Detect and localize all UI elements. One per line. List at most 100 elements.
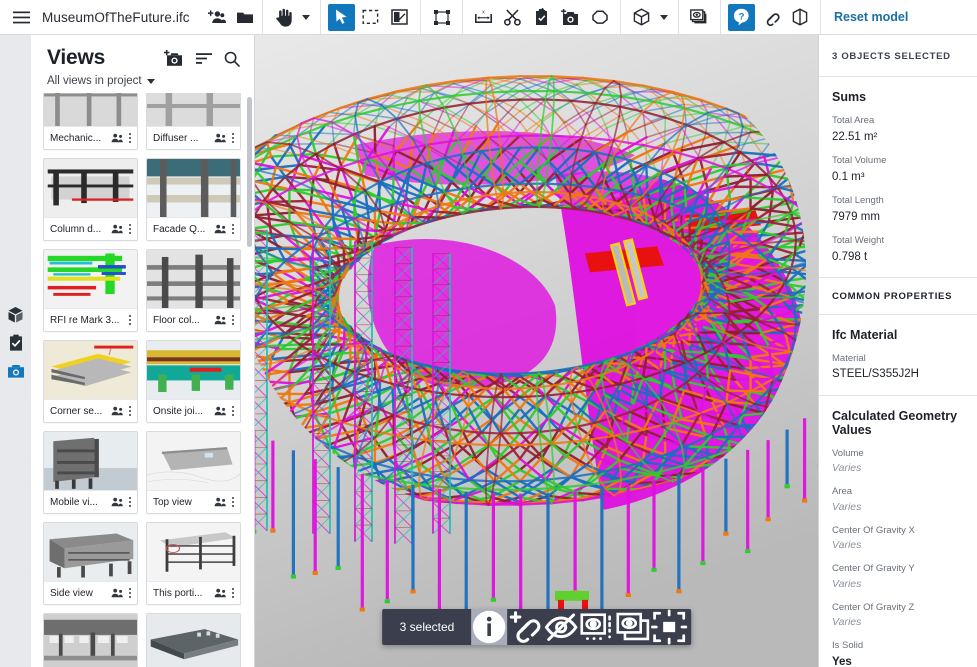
view-card-menu-icon[interactable] bbox=[127, 222, 133, 236]
view-card-name: RFI re Mark 3... bbox=[50, 314, 120, 326]
show-layers-icon[interactable] bbox=[615, 609, 651, 645]
property-section: Sums Total Area 22.51 m² Total Volume 0.1 m³… bbox=[819, 77, 977, 278]
shared-people-icon[interactable] bbox=[111, 497, 124, 507]
view-card-name: Side view bbox=[50, 587, 93, 599]
view-card-menu-icon[interactable] bbox=[230, 404, 236, 418]
shared-people-icon[interactable] bbox=[111, 133, 124, 143]
shared-people-icon[interactable] bbox=[214, 224, 227, 234]
help-question-icon[interactable]: ? bbox=[728, 3, 755, 31]
hamburger-icon[interactable] bbox=[8, 4, 34, 30]
link-add-icon[interactable] bbox=[507, 609, 543, 645]
shared-people-icon[interactable] bbox=[111, 224, 124, 234]
view-card-name: Onsite joi... bbox=[153, 405, 204, 417]
search-icon[interactable] bbox=[224, 51, 240, 67]
view-card[interactable]: This porti... bbox=[146, 522, 241, 605]
properties-body: Sums Total Area 22.51 m² Total Volume 0.1 m³… bbox=[819, 77, 977, 667]
move-object-icon[interactable] bbox=[428, 4, 455, 31]
property-row: Center Of Gravity Z Varies bbox=[832, 602, 964, 631]
views-filter-dropdown[interactable]: All views in project bbox=[47, 75, 240, 87]
page-title: MuseumOfTheFuture.ifc bbox=[42, 9, 190, 25]
shared-people-icon[interactable] bbox=[214, 133, 227, 143]
property-value: 7979 mm bbox=[832, 210, 880, 223]
layers-visibility-icon[interactable] bbox=[686, 4, 713, 31]
view-card-footer: Onsite joi... bbox=[147, 399, 240, 422]
view-card[interactable]: Diffuser ... bbox=[146, 93, 241, 150]
view-thumbnail bbox=[147, 93, 240, 126]
box-3d-icon[interactable] bbox=[786, 4, 813, 31]
view-card-menu-icon[interactable] bbox=[230, 313, 236, 327]
scissors-clip-icon[interactable] bbox=[499, 4, 526, 31]
sidebar-item-views[interactable] bbox=[0, 357, 31, 385]
sidebar-item-model-tree[interactable] bbox=[0, 301, 31, 329]
shared-people-icon[interactable] bbox=[214, 588, 227, 598]
top-toolbar: MuseumOfTheFuture.ifc x ? Reset model bbox=[0, 0, 977, 35]
property-row: Center Of Gravity X Varies bbox=[832, 525, 964, 554]
view-card[interactable] bbox=[43, 613, 138, 667]
view-card[interactable]: Side view bbox=[43, 522, 138, 605]
cube-outline-icon[interactable] bbox=[628, 4, 655, 31]
view-card-menu-icon[interactable] bbox=[230, 222, 236, 236]
link-chain-icon[interactable] bbox=[757, 4, 784, 31]
view-card[interactable]: Onsite joi... bbox=[146, 340, 241, 423]
view-card-footer: Facade Q... bbox=[147, 217, 240, 240]
sidebar-item-tasks[interactable] bbox=[0, 329, 31, 357]
view-card-footer: Corner se... bbox=[44, 399, 137, 422]
isolate-selection-icon[interactable] bbox=[579, 609, 615, 645]
chevron-down-icon[interactable] bbox=[657, 4, 671, 31]
view-card-menu-icon[interactable] bbox=[127, 313, 133, 327]
view-card-menu-icon[interactable] bbox=[230, 495, 236, 509]
view-card-menu-icon[interactable] bbox=[127, 586, 133, 600]
view-card-menu-icon[interactable] bbox=[127, 404, 133, 418]
view-card[interactable]: Facade Q... bbox=[146, 158, 241, 241]
view-card[interactable]: Top view bbox=[146, 431, 241, 514]
camera-add-icon[interactable] bbox=[557, 4, 584, 31]
chevron-down-icon[interactable] bbox=[299, 4, 313, 31]
views-filter-label: All views in project bbox=[47, 75, 142, 87]
property-label: Center Of Gravity Y bbox=[832, 563, 915, 575]
shared-people-icon[interactable] bbox=[214, 315, 227, 325]
view-card[interactable]: Column d... bbox=[43, 158, 138, 241]
model-viewport-3d[interactable]: 3 selected bbox=[255, 35, 818, 667]
views-scroll-area[interactable]: Mechanic... Diffuser ... Column d... Facade… bbox=[31, 93, 254, 667]
view-card-footer: Floor col... bbox=[147, 308, 240, 331]
view-card[interactable] bbox=[146, 613, 241, 667]
view-thumbnail bbox=[44, 159, 137, 217]
properties-panel: 3 OBJECTS SELECTED Sums Total Area 22.51 m… bbox=[818, 35, 977, 667]
eye-hidden-icon[interactable] bbox=[543, 609, 579, 645]
view-card[interactable]: Mobile vi... bbox=[43, 431, 138, 514]
view-card-menu-icon[interactable] bbox=[230, 586, 236, 600]
selection-count-label: 3 selected bbox=[399, 620, 455, 634]
property-value: 0.798 t bbox=[832, 250, 868, 263]
sort-icon[interactable] bbox=[196, 52, 212, 65]
view-card[interactable]: Mechanic... bbox=[43, 93, 138, 150]
zoom-to-selection-icon[interactable] bbox=[651, 609, 688, 645]
measure-icon[interactable]: x bbox=[470, 4, 497, 31]
view-card-menu-icon[interactable] bbox=[230, 131, 236, 145]
cloud-markup-icon[interactable] bbox=[586, 4, 613, 31]
reset-model-button[interactable]: Reset model bbox=[820, 0, 922, 34]
pan-hand-icon[interactable] bbox=[270, 4, 297, 31]
view-card[interactable]: Corner se... bbox=[43, 340, 138, 423]
views-actions bbox=[164, 47, 240, 67]
shared-people-icon[interactable] bbox=[214, 497, 227, 507]
shared-people-icon[interactable] bbox=[214, 406, 227, 416]
views-scrollbar[interactable] bbox=[247, 97, 252, 247]
view-card[interactable]: Floor col... bbox=[146, 249, 241, 332]
view-card-menu-icon[interactable] bbox=[127, 495, 133, 509]
view-card-name: Corner se... bbox=[50, 405, 103, 417]
info-icon[interactable] bbox=[471, 609, 508, 645]
add-view-camera-icon[interactable] bbox=[164, 50, 184, 67]
marquee-select-icon[interactable] bbox=[357, 4, 384, 31]
folder-icon[interactable] bbox=[237, 11, 253, 24]
view-card-menu-icon[interactable] bbox=[127, 131, 133, 145]
contrast-icon[interactable] bbox=[386, 4, 413, 31]
shared-people-icon[interactable] bbox=[111, 588, 124, 598]
view-thumbnail bbox=[44, 250, 137, 308]
task-add-icon[interactable] bbox=[528, 4, 555, 31]
cursor-arrow-icon[interactable] bbox=[328, 3, 355, 31]
add-people-icon[interactable] bbox=[208, 10, 226, 24]
view-card[interactable]: RFI re Mark 3... bbox=[43, 249, 138, 332]
property-section-title: Sums bbox=[832, 90, 867, 104]
shared-people-icon[interactable] bbox=[111, 406, 124, 416]
views-title: Views bbox=[47, 46, 106, 69]
